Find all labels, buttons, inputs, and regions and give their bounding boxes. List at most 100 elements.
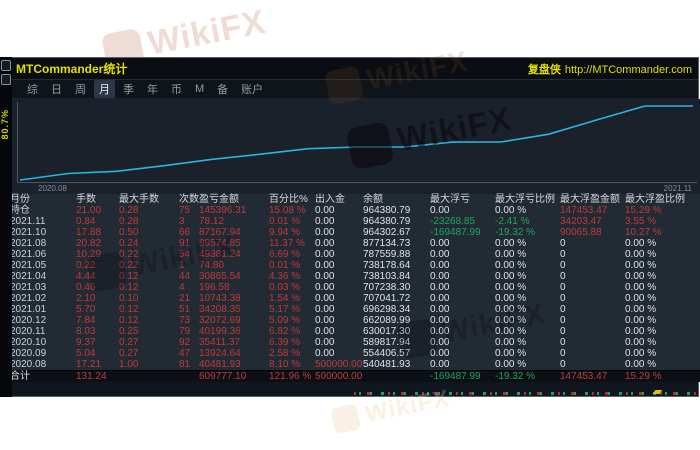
table-cell: 0.00 bbox=[315, 326, 363, 337]
table-cell: -19.32 % bbox=[495, 227, 560, 238]
table-cell: 0.00 bbox=[430, 304, 495, 315]
table-cell: 17.21 bbox=[76, 359, 119, 370]
table-cell: 0.00 % bbox=[495, 326, 560, 337]
table-cell: 出入金 bbox=[315, 194, 363, 205]
table-cell: 121.96 % bbox=[269, 371, 315, 383]
table-cell: 20.82 bbox=[76, 238, 119, 249]
table-row[interactable]: 2021.022.100.102110743.381.54 %0.0070704… bbox=[2, 293, 700, 304]
table-cell: 0.22 bbox=[119, 260, 179, 271]
table-total-row[interactable]: 合计131.24609777.10121.96 %500000.00-16948… bbox=[2, 370, 700, 382]
month-cell: 2021.06 bbox=[10, 249, 76, 260]
table-cell: 0.00 bbox=[430, 260, 495, 271]
table-cell: 0.00 bbox=[315, 293, 363, 304]
month-cell: 2021.10 bbox=[10, 227, 76, 238]
table-cell: 0.00 % bbox=[625, 271, 700, 282]
table-cell: 0.00 bbox=[315, 216, 363, 227]
table-row[interactable]: 2021.0820.820.249189574.8511.37 %0.00877… bbox=[2, 238, 700, 249]
table-cell: 次数 bbox=[179, 194, 199, 205]
table-cell bbox=[119, 371, 179, 383]
table-cell: 0.01 % bbox=[269, 260, 315, 271]
table-cell: 8.10 % bbox=[269, 359, 315, 370]
month-cell: 2021.03 bbox=[10, 282, 76, 293]
table-cell: 13924.64 bbox=[199, 348, 269, 359]
table-cell: 74.80 bbox=[199, 260, 269, 271]
table-cell: 3 bbox=[179, 216, 199, 227]
menu-item-8[interactable]: M bbox=[190, 82, 209, 96]
table-row[interactable]: 2021.1017.880.506687167.949.94 %0.009643… bbox=[2, 227, 700, 238]
table-cell: 0.00 bbox=[315, 205, 363, 216]
table-cell: 81 bbox=[179, 359, 199, 370]
table-cell: 0.00 % bbox=[625, 293, 700, 304]
table-cell: -169487.99 bbox=[430, 371, 495, 383]
brand-link[interactable]: 复盘侠http://MTCommander.com bbox=[528, 61, 692, 77]
table-cell: 145396.31 bbox=[199, 205, 269, 216]
table-row[interactable]: 2020.109.370.279235411.376.39 %0.0058981… bbox=[2, 337, 700, 348]
table-cell: 3.55 % bbox=[625, 216, 700, 227]
table-row[interactable]: 持仓21.000.2875145396.3115.08 %0.00964380.… bbox=[2, 205, 700, 216]
month-cell: 2021.11 bbox=[10, 216, 76, 227]
table-cell: 5.04 bbox=[76, 348, 119, 359]
table-cell: 0.12 bbox=[119, 282, 179, 293]
table-cell: 44 bbox=[179, 271, 199, 282]
table-cell: 0.00 % bbox=[495, 238, 560, 249]
table-cell: 30865.54 bbox=[199, 271, 269, 282]
month-cell: 2020.08 bbox=[10, 359, 76, 370]
table-cell: 0.00 bbox=[315, 249, 363, 260]
equity-line bbox=[18, 102, 697, 182]
table-row[interactable]: 2020.095.040.274713924.642.58 %0.0055440… bbox=[2, 348, 700, 359]
table-row[interactable]: 2020.118.030.257940199.366.82 %0.0063001… bbox=[2, 326, 700, 337]
brand-url: http://MTCommander.com bbox=[565, 64, 692, 76]
table-cell: 0.00 bbox=[430, 271, 495, 282]
menu-item-10[interactable]: 账户 bbox=[236, 80, 268, 98]
table-row[interactable]: 2021.044.440.124430865.544.36 %0.0073810… bbox=[2, 271, 700, 282]
table-cell: 1.54 % bbox=[269, 293, 315, 304]
table-cell: 500000.00 bbox=[315, 359, 363, 370]
table-cell: 最大浮盈比例 bbox=[625, 194, 700, 205]
table-header-row: 月份手数最大手数次数盈亏金额百分比%出入金余额最大浮亏最大浮亏比例最大浮盈金额最… bbox=[2, 194, 700, 205]
menu-item-5[interactable]: 季 bbox=[118, 80, 139, 98]
table-cell: 0 bbox=[560, 359, 625, 370]
month-cell: 2021.02 bbox=[10, 293, 76, 304]
window-bracket-icon bbox=[1, 74, 11, 85]
table-cell: 147453.47 bbox=[560, 371, 625, 383]
table-row[interactable]: 2020.127.840.127332072.695.09 %0.0066208… bbox=[2, 315, 700, 326]
table-row[interactable]: 2020.0817.211.008140481.938.10 %500000.0… bbox=[2, 359, 700, 370]
table-row[interactable]: 2021.050.220.22174.800.01 %0.00738178.64… bbox=[2, 260, 700, 271]
table-cell: 5.70 bbox=[76, 304, 119, 315]
table-cell: 百分比% bbox=[269, 194, 315, 205]
month-cell: 2021.04 bbox=[10, 271, 76, 282]
table-row[interactable]: 2021.030.460.124196.580.03 %0.00707238.3… bbox=[2, 282, 700, 293]
table-row[interactable]: 2021.110.840.28378.120.01 %0.00964380.79… bbox=[2, 216, 700, 227]
menu-item-6[interactable]: 年 bbox=[142, 80, 163, 98]
wikifx-logo-icon bbox=[331, 404, 361, 434]
table-cell: 630017.30 bbox=[363, 326, 430, 337]
menu-item-7[interactable]: 币 bbox=[166, 80, 187, 98]
table-cell: 51 bbox=[179, 304, 199, 315]
menu-item-2[interactable]: 日 bbox=[46, 80, 67, 98]
table-row[interactable]: 2021.015.700.125134208.355.17 %0.0069629… bbox=[2, 304, 700, 315]
table-cell: 21.00 bbox=[76, 205, 119, 216]
table-cell: 0.00 % bbox=[625, 315, 700, 326]
table-cell: 0.00 bbox=[430, 359, 495, 370]
table-cell: 91 bbox=[179, 238, 199, 249]
menu-item-9[interactable]: 备 bbox=[212, 80, 233, 98]
table-cell: 10.29 bbox=[76, 249, 119, 260]
table-cell: 0.00 % bbox=[625, 260, 700, 271]
table-cell: 9.94 % bbox=[269, 227, 315, 238]
table-cell: 32072.69 bbox=[199, 315, 269, 326]
table-cell: 0.00 % bbox=[495, 249, 560, 260]
table-row[interactable]: 2021.0610.290.225449381.246.69 %0.007875… bbox=[2, 249, 700, 260]
table-cell: 78.12 bbox=[199, 216, 269, 227]
menu-item-3[interactable]: 周 bbox=[70, 80, 91, 98]
table-cell: 707041.72 bbox=[363, 293, 430, 304]
table-cell: 0.00 bbox=[430, 326, 495, 337]
menu-item-1[interactable]: 综 bbox=[22, 80, 43, 98]
title-bar[interactable]: MTCommander统计 复盘侠http://MTCommander.com bbox=[2, 58, 698, 80]
menu-item-4[interactable]: 月 bbox=[94, 80, 115, 98]
table-cell: 0.00 bbox=[430, 315, 495, 326]
table-cell: 90065.88 bbox=[560, 227, 625, 238]
table-cell: 0.28 bbox=[119, 216, 179, 227]
table-cell: 0.00 bbox=[315, 227, 363, 238]
month-cell: 2021.05 bbox=[10, 260, 76, 271]
table-cell: 0.00 % bbox=[625, 348, 700, 359]
